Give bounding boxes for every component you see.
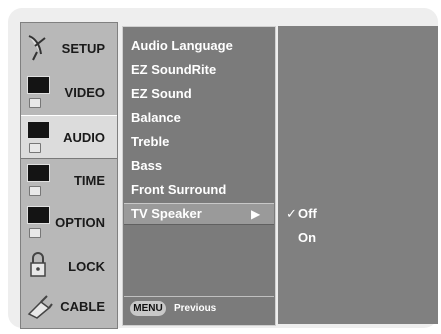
submenu-item-ez-soundrite[interactable]: EZ SoundRite — [131, 62, 216, 77]
menu-item-time[interactable]: TIME — [21, 159, 117, 201]
menu-item-video[interactable]: VIDEO — [21, 71, 117, 113]
submenu-item-balance[interactable]: Balance — [131, 110, 181, 125]
submenu-item-bass[interactable]: Bass — [131, 158, 162, 173]
menu-label-option: OPTION — [55, 215, 105, 230]
menu-label-time: TIME — [73, 173, 105, 188]
submenu-item-front-surround[interactable]: Front Surround — [131, 182, 226, 197]
submenu-divider — [124, 296, 274, 297]
menu-label-audio: AUDIO — [63, 130, 105, 145]
menu-item-lock[interactable]: LOCK — [21, 245, 117, 287]
submenu-item-treble[interactable]: Treble — [131, 134, 169, 149]
screen-icon — [27, 76, 50, 108]
check-icon: ✓ — [286, 206, 297, 221]
menu-item-setup[interactable]: SETUP — [21, 27, 117, 69]
menu-label-lock: LOCK — [68, 259, 105, 274]
menu-item-cable[interactable]: CABLE — [21, 285, 117, 327]
menu-item-option[interactable]: OPTION — [21, 201, 117, 243]
screen-icon — [27, 164, 50, 196]
navigation-hint: MENU Previous — [126, 298, 272, 320]
menu-label-setup: SETUP — [61, 41, 105, 56]
submenu-item-tv-speaker[interactable]: TV Speaker — [131, 206, 202, 221]
padlock-icon — [27, 250, 49, 280]
screen-icon — [27, 206, 50, 238]
option-on[interactable]: On — [298, 230, 316, 245]
submenu-item-ez-sound[interactable]: EZ Sound — [131, 86, 192, 101]
previous-label: Previous — [174, 303, 217, 314]
main-menu: SETUP VIDEO AUDIO TIME OPTION LOCK CABLE — [20, 22, 118, 329]
tv-speaker-options-panel — [278, 26, 438, 324]
satellite-dish-icon — [27, 32, 49, 62]
menu-label-video: VIDEO — [64, 85, 105, 100]
screen-icon — [27, 121, 50, 153]
option-off[interactable]: Off — [298, 206, 317, 221]
menu-button[interactable]: MENU — [130, 301, 166, 316]
submenu-item-audio-language[interactable]: Audio Language — [131, 38, 233, 53]
submenu-arrow-icon: ▶ — [251, 207, 261, 221]
cable-plug-icon — [27, 290, 53, 320]
menu-item-audio[interactable]: AUDIO — [21, 115, 117, 159]
menu-label-cable: CABLE — [60, 299, 105, 314]
